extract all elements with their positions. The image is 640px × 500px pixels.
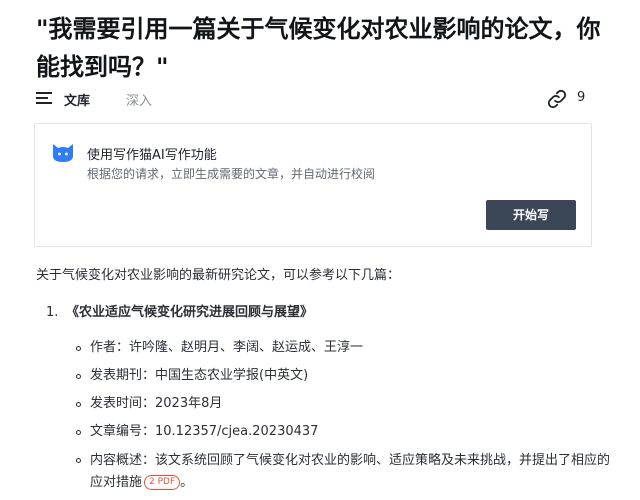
tab-library[interactable]: 文库 [64, 90, 90, 109]
link-icon[interactable] [546, 88, 568, 110]
paper-number: 1. [46, 305, 59, 320]
paper-date: 发表时间：2023年8月 [90, 396, 223, 411]
link-count: 9 [577, 90, 586, 105]
list-item: 内容概述：该文系统回顾了气候变化对农业的影响、适应策略及未来挑战，并提出了相应的… [76, 450, 616, 494]
promo-subtitle: 根据您的请求，立即生成需要的文章，并自动进行校阅 [87, 167, 376, 181]
bullet-icon [76, 374, 81, 379]
page-title: "我需要引用一篇关于气候变化对农业影响的论文，你能找到吗？" [36, 15, 601, 81]
bullet-icon [76, 346, 81, 351]
cat-icon [53, 144, 73, 162]
pdf-citation-badge[interactable]: 2 PDF [144, 475, 181, 490]
tab-bar: 文库 深入 9 [36, 86, 592, 114]
paper-details: 作者：许吟隆、赵明月、李阔、赵运成、王淳一 发表期刊：中国生态农业学报(中英文)… [76, 338, 616, 494]
bullet-icon [76, 458, 81, 463]
bullet-icon [76, 430, 81, 435]
list-item: 文章编号：10.12357/cjea.20230437 [76, 422, 616, 442]
start-writing-button[interactable]: 开始写 [486, 200, 576, 230]
paper-title[interactable]: 1. 《农业适应气候变化研究进展回顾与展望》 [46, 301, 313, 320]
paper-authors: 作者：许吟隆、赵明月、李阔、赵运成、王淳一 [90, 340, 364, 355]
list-item: 作者：许吟隆、赵明月、李阔、赵运成、王淳一 [76, 338, 616, 358]
ai-writing-promo-card: 使用写作猫AI写作功能 根据您的请求，立即生成需要的文章，并自动进行校阅 开始写 [34, 123, 592, 247]
list-icon [36, 92, 52, 106]
promo-title: 使用写作猫AI写作功能 [87, 148, 217, 163]
answer-intro: 关于气候变化对农业影响的最新研究论文，可以参考以下几篇： [36, 268, 401, 283]
paper-doi: 文章编号：10.12357/cjea.20230437 [90, 424, 319, 439]
paper-title-text: 《农业适应气候变化研究进展回顾与展望》 [66, 305, 314, 320]
list-item: 发表时间：2023年8月 [76, 394, 616, 414]
paper-journal: 发表期刊：中国生态农业学报(中英文) [90, 368, 309, 383]
tab-deep[interactable]: 深入 [126, 90, 152, 109]
list-item: 发表期刊：中国生态农业学报(中英文) [76, 366, 616, 386]
bullet-icon [76, 402, 81, 407]
